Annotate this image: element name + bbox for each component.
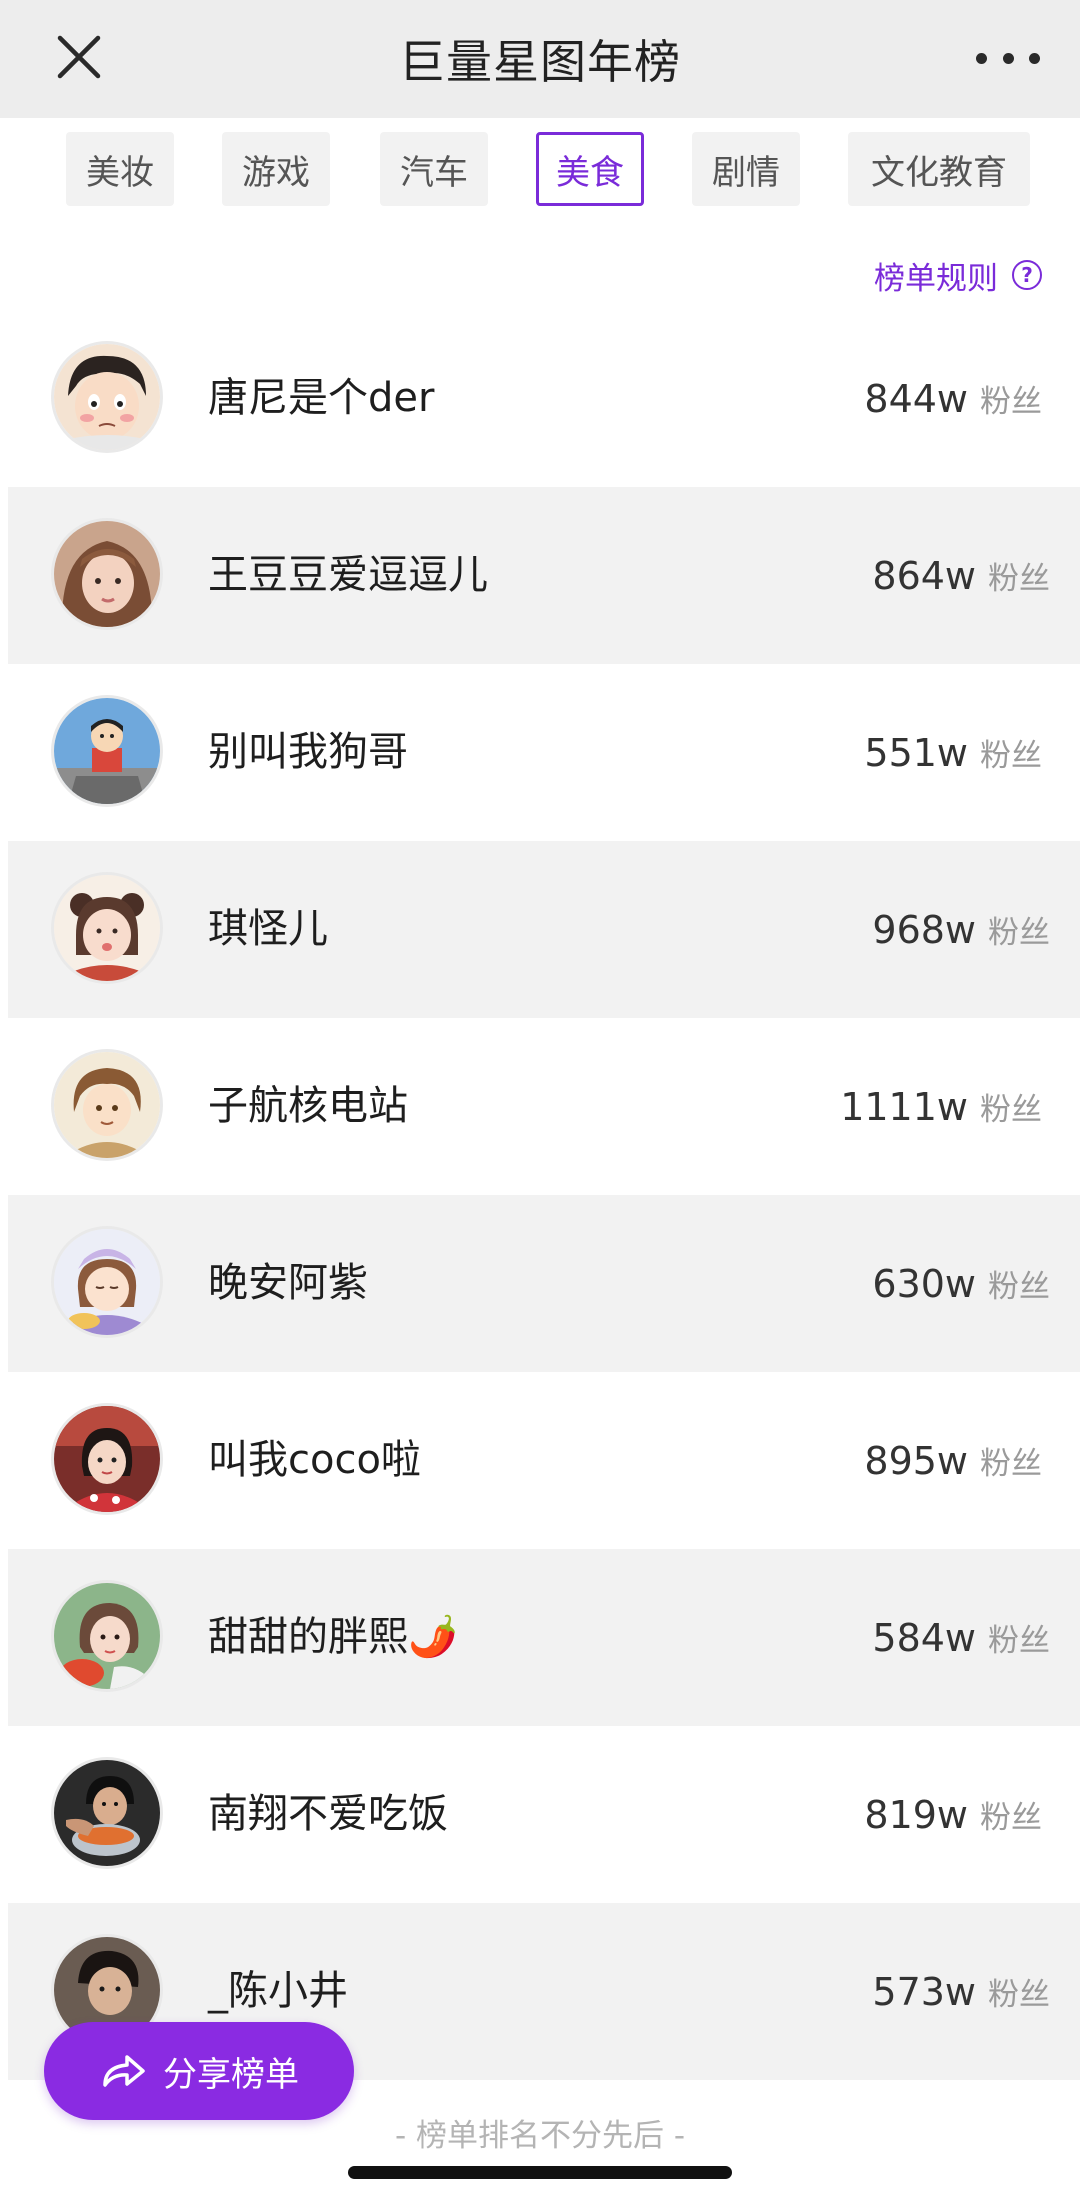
avatar: [54, 875, 160, 981]
tab-culture-education[interactable]: 文化教育: [848, 132, 1030, 206]
follower-unit: 粉丝: [988, 1269, 1050, 1305]
follower-stats: 844w 粉丝: [864, 310, 1042, 487]
share-ranking-button[interactable]: 分享榜单: [44, 2022, 354, 2120]
follower-unit: 粉丝: [980, 738, 1042, 774]
ranking-rules-label: 榜单规则: [874, 260, 998, 297]
list-item[interactable]: 别叫我狗哥 551w 粉丝: [0, 664, 1080, 841]
creator-name: 唐尼是个der: [208, 375, 435, 421]
follower-stats: 968w 粉丝: [872, 841, 1050, 1018]
tab-cars[interactable]: 汽车: [380, 132, 488, 206]
follower-count: 584w: [872, 1615, 976, 1660]
follower-unit: 粉丝: [980, 1446, 1042, 1482]
follower-count: 819w: [864, 1792, 968, 1837]
avatar: [54, 698, 160, 804]
list-item[interactable]: 叫我coco啦 895w 粉丝: [0, 1372, 1080, 1549]
creator-name: 别叫我狗哥: [208, 729, 408, 775]
question-circle-icon: ?: [1012, 260, 1042, 290]
list-item[interactable]: 王豆豆爱逗逗儿 864w 粉丝: [8, 487, 1080, 664]
follower-count: 551w: [864, 730, 968, 775]
follower-count: 1111w: [840, 1084, 968, 1129]
close-icon[interactable]: [48, 26, 110, 88]
follower-stats: 584w 粉丝: [872, 1549, 1050, 1726]
creator-name: 王豆豆爱逗逗儿: [208, 552, 488, 598]
tab-food[interactable]: 美食: [536, 132, 644, 206]
follower-stats: 551w 粉丝: [864, 664, 1042, 841]
follower-unit: 粉丝: [980, 1800, 1042, 1836]
creator-name: 南翔不爱吃饭: [208, 1791, 448, 1837]
home-indicator[interactable]: [348, 2166, 732, 2179]
avatar: [54, 1760, 160, 1866]
follower-stats: 819w 粉丝: [864, 1726, 1042, 1903]
creator-name: 晚安阿紫: [208, 1260, 368, 1306]
follower-count: 630w: [872, 1261, 976, 1306]
follower-count: 844w: [864, 376, 968, 421]
follower-stats: 573w 粉丝: [872, 1903, 1050, 2080]
list-item[interactable]: 晚安阿紫 630w 粉丝: [8, 1195, 1080, 1372]
follower-unit: 粉丝: [980, 1092, 1042, 1128]
follower-count: 895w: [864, 1438, 968, 1483]
tab-drama[interactable]: 剧情: [692, 132, 800, 206]
list-item[interactable]: 琪怪儿 968w 粉丝: [8, 841, 1080, 1018]
follower-unit: 粉丝: [988, 1977, 1050, 2013]
tab-beauty[interactable]: 美妆: [66, 132, 174, 206]
creator-name: 甜甜的胖熙🌶️: [208, 1614, 458, 1660]
avatar: [54, 1052, 160, 1158]
follower-unit: 粉丝: [988, 915, 1050, 951]
creator-name: 子航核电站: [208, 1083, 408, 1129]
avatar: [54, 1406, 160, 1512]
list-item[interactable]: 唐尼是个der 844w 粉丝: [0, 310, 1080, 487]
ranking-list: 唐尼是个der 844w 粉丝 王豆豆爱逗逗儿 864w 粉丝 别叫我狗哥 55…: [0, 310, 1080, 2080]
share-button-label: 分享榜单: [163, 2054, 299, 2095]
creator-name: 叫我coco啦: [208, 1437, 421, 1483]
follower-stats: 630w 粉丝: [872, 1195, 1050, 1372]
follower-count: 864w: [872, 553, 976, 598]
ranking-note: - 榜单排名不分先后 -: [394, 2118, 686, 2154]
avatar: [54, 1583, 160, 1689]
ranking-rules-link[interactable]: 榜单规则 ?: [874, 252, 1042, 298]
follower-unit: 粉丝: [988, 1623, 1050, 1659]
follower-count: 573w: [872, 1969, 976, 2014]
follower-unit: 粉丝: [988, 561, 1050, 597]
list-item[interactable]: 子航核电站 1111w 粉丝: [0, 1018, 1080, 1195]
creator-name: 琪怪儿: [208, 906, 328, 952]
follower-stats: 1111w 粉丝: [840, 1018, 1042, 1195]
category-tabs: 美妆 游戏 汽车 美食 剧情 文化教育: [0, 118, 1080, 238]
list-item[interactable]: 南翔不爱吃饭 819w 粉丝: [0, 1726, 1080, 1903]
top-bar: 巨量星图年榜: [0, 0, 1080, 118]
more-options-icon[interactable]: [976, 40, 1040, 76]
avatar: [54, 344, 160, 450]
page-title: 巨量星图年榜: [399, 35, 681, 89]
follower-count: 968w: [872, 907, 976, 952]
tab-games[interactable]: 游戏: [222, 132, 330, 206]
follower-unit: 粉丝: [980, 384, 1042, 420]
avatar: [54, 1229, 160, 1335]
share-icon: [103, 2055, 145, 2087]
avatar: [54, 521, 160, 627]
follower-stats: 895w 粉丝: [864, 1372, 1042, 1549]
follower-stats: 864w 粉丝: [872, 487, 1050, 664]
list-item[interactable]: 甜甜的胖熙🌶️ 584w 粉丝: [8, 1549, 1080, 1726]
